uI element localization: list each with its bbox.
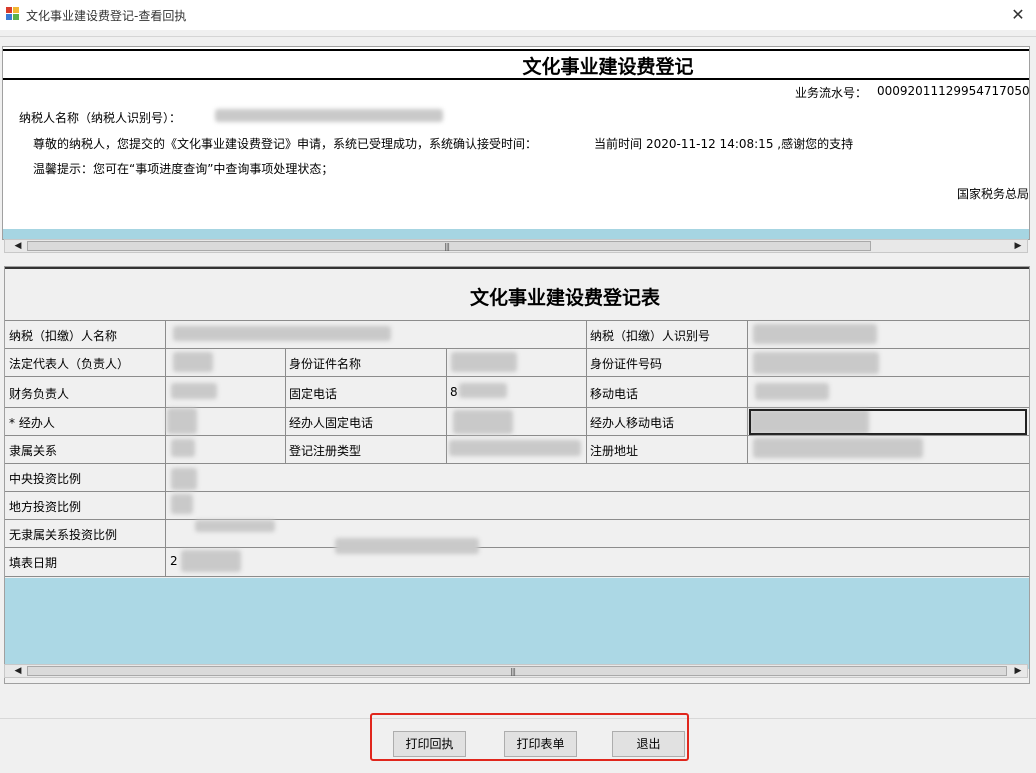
reminder-text: 温馨提示：您可在“事项进度查询”中查询事项处理状态； bbox=[33, 162, 334, 176]
serial-number-value: 00092011129954717050099 bbox=[877, 84, 1030, 98]
print-receipt-button[interactable]: 打印回执 bbox=[393, 731, 466, 757]
label-finance-manager: 财务负责人 bbox=[9, 387, 70, 401]
label-local-investment: 地方投资比例 bbox=[9, 500, 82, 514]
redacted-value bbox=[171, 494, 193, 514]
redacted-value bbox=[167, 408, 197, 434]
label-legal-rep: 法定代表人（负责人） bbox=[9, 357, 130, 371]
redacted-value bbox=[449, 440, 581, 456]
scroll-grip-icon: ||| bbox=[510, 667, 516, 676]
redacted-value bbox=[753, 324, 877, 344]
receipt-blue-band bbox=[3, 229, 1029, 239]
redacted-value bbox=[195, 520, 275, 532]
redacted-value bbox=[173, 352, 213, 372]
issuing-agency: 国家税务总局 bbox=[957, 187, 1030, 201]
label-taxpayer-id: 纳税（扣缴）人识别号 bbox=[590, 329, 711, 343]
redacted-value bbox=[171, 383, 217, 399]
label-mobile: 移动电话 bbox=[590, 387, 639, 401]
label-registered-address: 注册地址 bbox=[590, 444, 639, 458]
label-affiliation: 隶属关系 bbox=[9, 444, 58, 458]
receipt-horizontal-scrollbar[interactable]: ◀ ||| ▶ bbox=[4, 239, 1028, 253]
redacted-value bbox=[173, 326, 391, 341]
form-title: 文化事业建设费登记表 bbox=[469, 287, 660, 309]
label-unaffiliated-investment: 无隶属关系投资比例 bbox=[9, 528, 118, 542]
receipt-top-rule bbox=[3, 49, 1029, 51]
form-blue-area bbox=[5, 578, 1029, 669]
receipt-title-rule bbox=[3, 78, 1029, 80]
taxpayer-name-label: 纳税人名称（纳税人识别号）： bbox=[19, 111, 182, 125]
registration-form-table: 纳税（扣缴）人名称 纳税（扣缴）人识别号 法定代表人（负责人） 身份证件名称 身… bbox=[5, 320, 1029, 578]
redacted-value bbox=[171, 468, 197, 490]
scroll-right-icon[interactable]: ▶ bbox=[1011, 665, 1025, 677]
redacted-value bbox=[755, 383, 829, 400]
label-registration-type: 登记注册类型 bbox=[289, 444, 362, 458]
exit-button[interactable]: 退出 bbox=[612, 731, 685, 757]
label-fill-date: 填表日期 bbox=[9, 556, 58, 570]
scroll-right-icon[interactable]: ▶ bbox=[1011, 240, 1025, 252]
redacted-value bbox=[753, 438, 923, 458]
redacted-taxpayer bbox=[215, 109, 443, 122]
redacted-value bbox=[171, 439, 195, 457]
receipt-panel: 文化事业建设费登记 业务流水号： 00092011129954717050099… bbox=[2, 46, 1030, 240]
scroll-left-icon[interactable]: ◀ bbox=[11, 665, 25, 677]
scroll-left-icon[interactable]: ◀ bbox=[11, 240, 25, 252]
window-titlebar: 文化事业建设费登记-查看回执 ✕ bbox=[0, 0, 1036, 30]
label-central-investment: 中央投资比例 bbox=[9, 472, 82, 486]
agent-mobile-input[interactable] bbox=[749, 409, 1027, 435]
print-form-button[interactable]: 打印表单 bbox=[504, 731, 577, 757]
label-id-type: 身份证件名称 bbox=[289, 357, 362, 371]
value-fill-date: 2 bbox=[170, 554, 178, 568]
current-time-label: 当前时间 bbox=[594, 137, 643, 151]
window-title: 文化事业建设费登记-查看回执 bbox=[26, 9, 187, 23]
redacted-value bbox=[335, 538, 479, 554]
receipt-title: 文化事业建设费登记 bbox=[522, 56, 694, 78]
scroll-thumb[interactable]: ||| bbox=[27, 241, 871, 251]
label-landline: 固定电话 bbox=[289, 387, 338, 401]
form-horizontal-scrollbar[interactable]: ◀ ||| ▶ bbox=[4, 664, 1028, 678]
app-icon bbox=[6, 7, 20, 21]
current-time-value: 2020-11-12 14:08:15 ,感谢您的支持 bbox=[646, 137, 854, 151]
label-taxpayer-name: 纳税（扣缴）人名称 bbox=[9, 329, 118, 343]
toolbar-divider bbox=[0, 36, 1036, 37]
scroll-grip-icon: ||| bbox=[444, 242, 450, 251]
value-landline: 8 bbox=[450, 385, 458, 399]
acceptance-notice: 尊敬的纳税人，您提交的《文化事业建设费登记》申请，系统已受理成功，系统确认接受时… bbox=[33, 137, 538, 151]
redacted-value bbox=[753, 352, 879, 374]
redacted-value bbox=[181, 550, 241, 572]
form-top-rule bbox=[5, 267, 1029, 269]
scroll-thumb[interactable]: ||| bbox=[27, 666, 1007, 676]
redacted-value bbox=[453, 410, 513, 434]
serial-number-label: 业务流水号： bbox=[795, 86, 868, 100]
label-id-number: 身份证件号码 bbox=[590, 357, 663, 371]
redacted-value bbox=[451, 352, 517, 372]
label-agent: * 经办人 bbox=[9, 416, 55, 430]
close-icon[interactable]: ✕ bbox=[1003, 2, 1033, 28]
label-agent-landline: 经办人固定电话 bbox=[289, 416, 374, 430]
redacted-value bbox=[459, 383, 507, 398]
registration-form-panel: 文化事业建设费登记表 纳税（扣缴）人名称 纳税（扣缴）人识别号 法定代表人（负责… bbox=[4, 266, 1030, 684]
label-agent-mobile: 经办人移动电话 bbox=[590, 416, 675, 430]
